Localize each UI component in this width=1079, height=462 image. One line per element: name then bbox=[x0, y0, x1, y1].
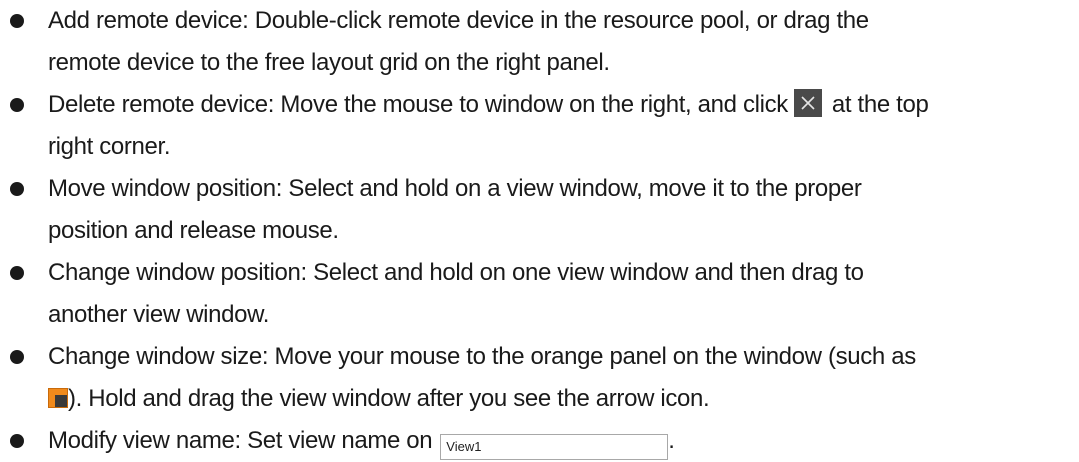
list-item: Change window size: Move your mouse to t… bbox=[0, 336, 1079, 420]
item-text-line: another view window. bbox=[48, 301, 270, 328]
list-item: Change window position: Select and hold … bbox=[0, 252, 1079, 336]
bullet-icon bbox=[10, 98, 24, 112]
bullet-icon bbox=[10, 14, 24, 28]
bullet-icon bbox=[10, 434, 24, 448]
list-item: Delete remote device: Move the mouse to … bbox=[0, 84, 1079, 168]
item-text-segment: at the top bbox=[831, 91, 929, 118]
view-name-field: View1 bbox=[440, 434, 669, 460]
close-icon bbox=[793, 89, 822, 117]
list-item: Modify view name: Set view name on View1. bbox=[0, 420, 1079, 462]
instruction-list: Add remote device: Double-click remote d… bbox=[0, 0, 1079, 462]
list-item: Add remote device: Double-click remote d… bbox=[0, 0, 1079, 84]
item-text-line: ). Hold and drag the view window after y… bbox=[48, 378, 1073, 420]
bullet-icon bbox=[10, 350, 24, 364]
item-text-segment: . bbox=[668, 427, 675, 454]
item-text-line: Modify view name: Set view name on View1. bbox=[48, 420, 1073, 462]
bullet-icon bbox=[10, 266, 24, 280]
item-text-line: Add remote device: Double-click remote d… bbox=[48, 7, 869, 34]
item-text-line: Change window position: Select and hold … bbox=[48, 259, 864, 286]
item-text-line: right corner. bbox=[48, 133, 171, 160]
item-text-line: Delete remote device: Move the mouse to … bbox=[48, 84, 1073, 126]
bullet-icon bbox=[10, 182, 24, 196]
item-text-line: position and release mouse. bbox=[48, 217, 339, 244]
item-text-segment: Modify view name: Set view name on bbox=[48, 427, 433, 454]
list-item: Move window position: Select and hold on… bbox=[0, 168, 1079, 252]
item-text-line: Move window position: Select and hold on… bbox=[48, 175, 862, 202]
item-text-segment: ). Hold and drag the view window after y… bbox=[68, 385, 710, 412]
orange-resize-icon bbox=[48, 388, 68, 408]
item-text-line: Change window size: Move your mouse to t… bbox=[48, 343, 916, 370]
item-text-segment: Delete remote device: Move the mouse to … bbox=[48, 91, 788, 118]
item-text-line: remote device to the free layout grid on… bbox=[48, 49, 610, 76]
